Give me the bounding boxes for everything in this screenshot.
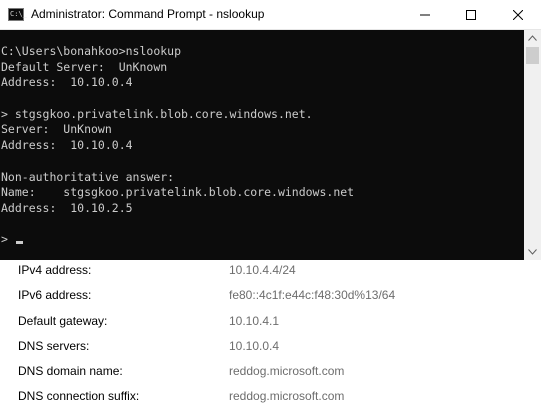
console-line: Name: stgsgkoo.privatelink.blob.core.win… <box>1 185 355 200</box>
minimize-button[interactable] <box>402 0 448 30</box>
property-row: DNS servers: 10.10.0.4 <box>0 339 541 359</box>
property-row: IPv6 address: fe80::4c1f:e44c:f48:30d%13… <box>0 288 541 308</box>
property-label: DNS domain name: <box>18 364 123 378</box>
console-prompt-line[interactable]: > <box>1 232 354 248</box>
vertical-scrollbar[interactable] <box>524 30 541 260</box>
window-title: Administrator: Command Prompt - nslookup <box>31 7 265 21</box>
minimize-icon <box>420 14 430 16</box>
command-prompt-icon[interactable]: C:\_ <box>8 8 27 21</box>
property-row: Default gateway: 10.10.4.1 <box>0 314 541 334</box>
network-properties-panel: IPv4 address: 10.10.4.4/24 IPv6 address:… <box>0 260 541 409</box>
scrollbar-thumb[interactable] <box>526 47 539 64</box>
close-button[interactable] <box>495 0 541 30</box>
text-cursor <box>15 241 23 245</box>
property-value: reddog.microsoft.com <box>229 389 345 403</box>
property-row: IPv4 address: 10.10.4.4/24 <box>0 263 541 283</box>
property-label: IPv6 address: <box>18 288 92 302</box>
property-value: fe80::4c1f:e44c:f48:30d%13/64 <box>229 288 396 302</box>
property-row: DNS connection suffix: reddog.microsoft.… <box>0 389 541 409</box>
property-label: DNS connection suffix: <box>18 389 140 403</box>
console-prompt: > <box>1 232 15 247</box>
property-value: 10.10.4.1 <box>229 314 280 328</box>
console-line: > stgsgkoo.privatelink.blob.core.windows… <box>1 106 313 121</box>
maximize-button[interactable] <box>448 0 494 30</box>
console-output[interactable]: C:\Users\bonahkoo>nslookup Default Serve… <box>0 30 524 260</box>
scroll-up-arrow-icon[interactable] <box>528 35 537 41</box>
maximize-icon <box>466 10 476 20</box>
property-value: reddog.microsoft.com <box>229 364 345 378</box>
console-line: Server: UnKnown <box>1 122 112 137</box>
close-icon <box>513 10 523 20</box>
console-line: C:\Users\bonahkoo>nslookup <box>1 44 182 58</box>
console-line: Default Server: UnKnown <box>1 59 168 74</box>
console-line: Address: 10.10.2.5 <box>1 200 133 215</box>
property-label: IPv4 address: <box>18 263 92 277</box>
property-label: Default gateway: <box>18 314 108 328</box>
console-line: Address: 10.10.0.4 <box>1 75 133 90</box>
scroll-down-arrow-icon[interactable] <box>528 249 537 255</box>
console-line: Non-authoritative answer: <box>1 169 175 184</box>
property-value: 10.10.0.4 <box>229 339 280 353</box>
property-row: DNS domain name: reddog.microsoft.com <box>0 364 541 384</box>
title-bar[interactable]: C:\_ Administrator: Command Prompt - nsl… <box>0 0 541 30</box>
property-label: DNS servers: <box>18 339 90 353</box>
property-value: 10.10.4.4/24 <box>229 263 296 277</box>
console-line: Address: 10.10.0.4 <box>1 138 133 153</box>
